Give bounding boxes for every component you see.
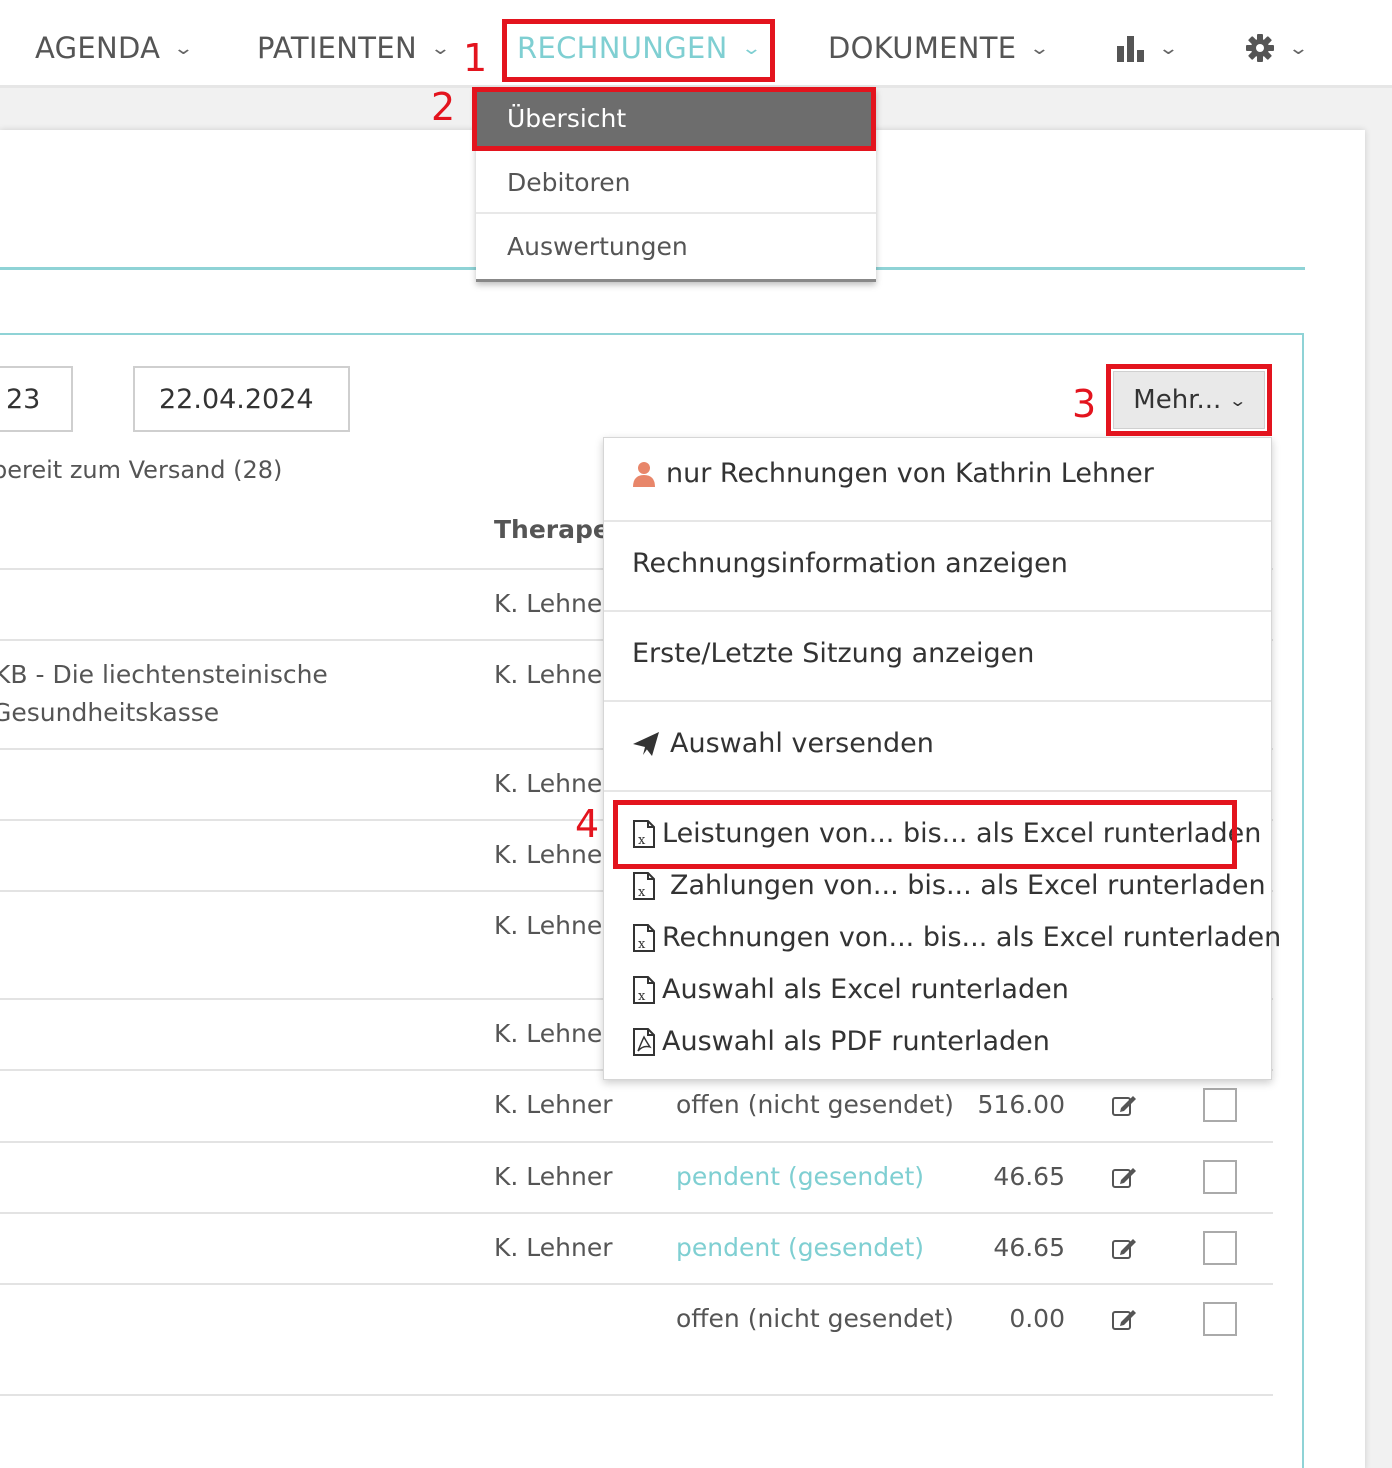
menu-item-label: Auswahl als PDF runterladen [662, 1026, 1050, 1057]
row-therapist: K. Lehner [494, 1090, 613, 1119]
nav-statistics[interactable]: ⌄ [1117, 28, 1179, 68]
row-therapist: K. Lehner [494, 769, 613, 798]
row-divider [0, 1212, 1273, 1214]
excel-file-icon: x [632, 871, 656, 901]
chevron-down-icon: ⌄ [1287, 37, 1310, 59]
row-divider [0, 1394, 1273, 1396]
ready-to-send-filter[interactable]: bereit zum Versand (28) [0, 456, 282, 484]
menu-item-send-selection[interactable]: Auswahl versenden [632, 728, 934, 759]
row-amount: 46.65 [993, 1162, 1065, 1191]
date-from-input[interactable]: 23 [0, 366, 73, 432]
date-to-value: 22.04.2024 [159, 383, 314, 415]
row-checkbox[interactable] [1203, 1231, 1237, 1265]
row-therapist: K. Lehner [494, 911, 613, 940]
chevron-down-icon: ⌄ [1029, 37, 1051, 59]
menu-item-show-sessions[interactable]: Erste/Letzte Sitzung anzeigen [632, 638, 1034, 669]
menu-item-label: Debitoren [507, 167, 631, 197]
row-amount: 0.00 [1009, 1304, 1065, 1333]
row-divider [0, 1283, 1273, 1285]
row-therapist: K. Lehner [494, 1162, 613, 1191]
step-number: 2 [431, 85, 456, 129]
date-from-value: 23 [6, 383, 41, 415]
menu-item-label: Auswahl versenden [670, 728, 934, 759]
row-amount: 46.65 [993, 1233, 1065, 1262]
row-checkbox[interactable] [1203, 1160, 1237, 1194]
svg-text:x: x [638, 885, 646, 900]
menu-divider [604, 700, 1271, 702]
nav-settings[interactable]: ⌄ [1245, 28, 1309, 68]
chevron-down-icon: ⌄ [1157, 37, 1180, 59]
chevron-down-icon: ⌄ [429, 37, 452, 59]
row-therapist: K. Lehner [494, 589, 613, 618]
pdf-file-icon [632, 1027, 656, 1057]
step-number: 1 [463, 36, 488, 80]
gear-icon [1246, 34, 1274, 62]
menu-item-label: Rechnungsinformation anzeigen [632, 548, 1068, 579]
chevron-down-icon: ⌄ [173, 37, 195, 59]
nav-dokumente[interactable]: DOKUMENTE ⌄ [828, 28, 1051, 68]
nav-agenda-label: AGENDA [35, 31, 161, 65]
row-status: pendent (gesendet) [676, 1162, 924, 1191]
svg-text:x: x [638, 989, 646, 1004]
row-divider [0, 1141, 1273, 1143]
menu-divider [604, 520, 1271, 522]
mehr-dropdown: nur Rechnungen von Kathrin Lehner Rechnu… [603, 437, 1281, 1080]
row-therapist: K. Lehner [494, 1233, 613, 1262]
excel-file-icon: x [632, 923, 656, 953]
menu-item-label: nur Rechnungen von Kathrin Lehner [666, 458, 1154, 489]
menu-item-debitoren[interactable]: Debitoren [476, 152, 876, 214]
nav-agenda[interactable]: AGENDA ⌄ [35, 28, 195, 68]
row-status: offen (nicht gesendet) [676, 1304, 954, 1333]
step-number: 3 [1072, 382, 1097, 426]
bar-chart-icon [1117, 36, 1144, 62]
highlight-box [472, 87, 876, 151]
menu-item-label: Rechnungen von... bis... als Excel runte… [662, 922, 1282, 953]
highlight-box [502, 19, 775, 82]
row-description: KB - Die liechtensteinische [0, 660, 328, 689]
nav-patienten[interactable]: PATIENTEN ⌄ [257, 28, 451, 68]
row-checkbox[interactable] [1203, 1088, 1237, 1122]
menu-item-label: Auswahl als Excel runterladen [662, 974, 1069, 1005]
step-number: 4 [575, 802, 600, 846]
menu-item-show-info[interactable]: Rechnungsinformation anzeigen [632, 548, 1068, 579]
menu-item-label: Zahlungen von... bis... als Excel runter… [670, 870, 1266, 901]
menu-item-only-user[interactable]: nur Rechnungen von Kathrin Lehner [632, 458, 1154, 489]
nav-dokumente-label: DOKUMENTE [828, 31, 1017, 65]
menu-item-label: Erste/Letzte Sitzung anzeigen [632, 638, 1035, 669]
edit-icon[interactable] [1111, 1093, 1137, 1117]
menu-item-excel-invoices[interactable]: x Rechnungen von... bis... als Excel run… [632, 922, 1281, 953]
date-to-input[interactable]: 22.04.2024 [133, 366, 350, 432]
menu-divider [604, 790, 1271, 792]
row-therapist: K. Lehner [494, 1019, 613, 1048]
user-icon [632, 461, 656, 487]
edit-icon[interactable] [1111, 1307, 1137, 1331]
svg-text:x: x [638, 937, 646, 952]
edit-icon[interactable] [1111, 1236, 1137, 1260]
excel-file-icon: x [632, 975, 656, 1005]
row-status: pendent (gesendet) [676, 1233, 924, 1262]
menu-divider [604, 610, 1271, 612]
row-amount: 516.00 [977, 1090, 1065, 1119]
paper-plane-icon [632, 731, 660, 757]
row-checkbox[interactable] [1203, 1302, 1237, 1336]
highlight-box [1106, 364, 1272, 436]
row-description: Gesundheitskasse [0, 698, 220, 727]
menu-item-label: Auswertungen [507, 231, 688, 261]
menu-item-excel-selection[interactable]: x Auswahl als Excel runterladen [632, 974, 1069, 1005]
edit-icon[interactable] [1111, 1165, 1137, 1189]
row-therapist: K. Lehner [494, 660, 613, 689]
menu-item-excel-payments[interactable]: x Zahlungen von... bis... als Excel runt… [632, 870, 1266, 901]
highlight-box [613, 800, 1237, 869]
menu-item-auswertungen[interactable]: Auswertungen [476, 215, 876, 277]
row-status: offen (nicht gesendet) [676, 1090, 954, 1119]
menu-item-pdf-selection[interactable]: Auswahl als PDF runterladen [632, 1026, 1050, 1057]
nav-patienten-label: PATIENTEN [257, 31, 417, 65]
